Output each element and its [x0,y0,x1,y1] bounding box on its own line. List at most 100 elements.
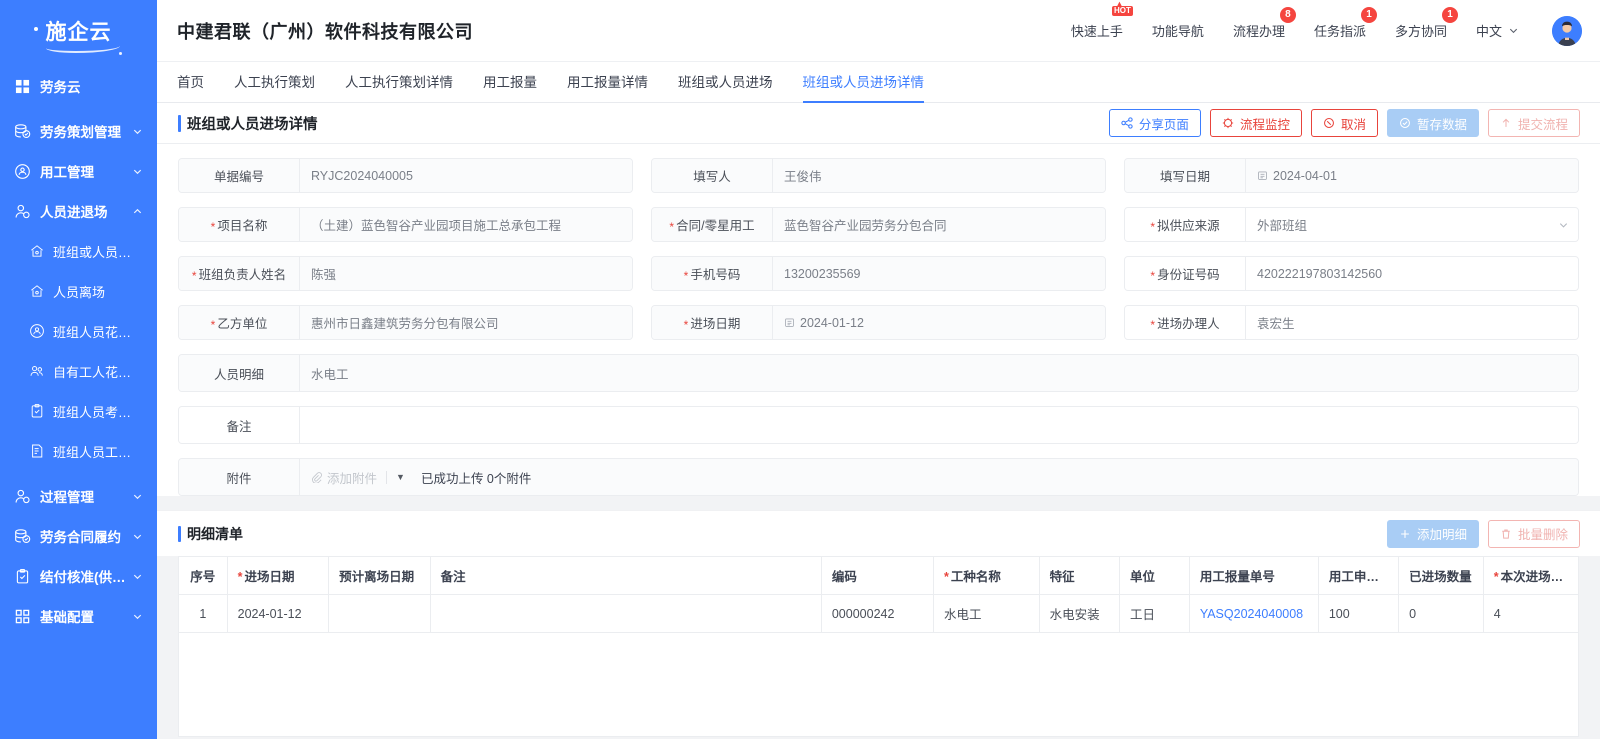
sidebar-item-labor-cloud[interactable]: 劳务云 [0,66,157,106]
process-monitor-button[interactable]: 流程监控 [1209,109,1302,137]
button-label: 分享页面 [1138,117,1189,132]
language-selector[interactable]: 中文 [1476,21,1519,40]
table-row[interactable]: 1 2024-01-12 000000242 水电工 水电安装 工日 YASQ2… [178,594,1580,633]
header-link-collaboration[interactable]: 多方协同 1 [1394,7,1458,40]
header-link-task-assign[interactable]: 任务指派 1 [1313,7,1377,40]
tab-home[interactable]: 首页 [177,62,204,103]
col-seq: 序号 [178,556,228,595]
field-id-number[interactable]: * 身份证号码 420222197803142560 [1124,256,1579,291]
sidebar-item-personnel-exit[interactable]: 人员离场 [0,271,157,311]
brand-logo[interactable]: 施企云 [0,0,157,62]
field-value[interactable]: 13200235569 [772,257,1105,290]
cancel-icon [1323,117,1336,130]
field-entry-handler[interactable]: * 进场办理人 袁宏生 [1124,305,1579,340]
field-value[interactable]: 惠州市日鑫建筑劳务分包有限公司 [299,306,632,339]
add-attachment-button[interactable]: 添加附件 [311,468,377,487]
sidebar-item-attendance-sheet[interactable]: 班组人员考勤表 [0,391,157,431]
add-detail-button[interactable]: 添加明细 [1386,519,1479,548]
field-label-text: 填写日期 [1159,170,1210,184]
cell-report-no[interactable]: YASQ2024040008 [1188,594,1319,633]
field-party-b-company[interactable]: * 乙方单位 惠州市日鑫建筑劳务分包有限公司 [178,305,633,340]
header-actions: 快速上手 ▲ HOT 功能导航 流程办理 8 任务指派 1 多方协同 [1071,0,1582,46]
sidebar-item-personnel-entry-exit[interactable]: 人员进退场 [0,191,157,231]
field-value[interactable]: 2024-01-12 [772,306,1105,339]
header-link-label: 多方协同 [1394,24,1447,39]
field-value[interactable] [299,407,1578,443]
table-header-row: 序号 * 进场日期 预计离场日期 备注 编码 * 工种名称 特征 单位 用工报量单号… [178,556,1580,595]
sidebar-item-basic-config[interactable]: 基础配置 [0,596,157,636]
header-link-process[interactable]: 流程办理 8 [1233,7,1296,40]
field-value[interactable]: 陈强 [299,257,632,290]
sidebar-item-labor-contract[interactable]: 劳务合同履约 [0,516,157,556]
chevron-down-icon[interactable]: ▼ [396,472,405,482]
field-team-leader-name[interactable]: * 班组负责人姓名 陈强 [178,256,633,291]
main-area: 中建君联（广州）软件科技有限公司 快速上手 ▲ HOT 功能导航 流程办理 8 … [157,0,1600,739]
col-work-type: * 工种名称 [932,556,1040,595]
report-no-link[interactable]: YASQ2024040008 [1200,607,1303,621]
column-label: 进场日期 [244,570,295,584]
share-icon [1121,117,1134,130]
field-value[interactable]: 蓝色智谷产业园劳务分包合同 [772,208,1105,241]
field-document-no[interactable]: 单据编号 RYJC2024040005 [178,158,633,193]
submit-process-button[interactable]: 提交流程 [1487,109,1580,137]
header-link-navigation[interactable]: 功能导航 [1152,21,1204,40]
form-row: 人员明细 水电工 [178,354,1579,392]
tab-labor-exec-plan[interactable]: 人工执行策划 [234,62,315,103]
field-value[interactable]: 420222197803142560 [1245,257,1578,290]
field-label-text: 进场办理人 [1157,317,1220,331]
sidebar-item-team-roster[interactable]: 班组人员花名册 [0,311,157,351]
header-link-quickstart[interactable]: 快速上手 ▲ HOT [1071,0,1133,40]
save-draft-button[interactable]: 暂存数据 [1386,109,1479,137]
tab-team-entry[interactable]: 班组或人员进场 [678,62,773,103]
sidebar-item-salary-distribution[interactable]: 班组人员工资发... [0,431,157,471]
field-value[interactable]: 外部班组 [1245,208,1578,241]
field-supply-source[interactable]: * 拟供应来源 外部班组 [1124,207,1579,242]
sidebar-item-labor-planning[interactable]: 劳务策划管理 [0,111,157,151]
sidebar-item-team-personnel-entry[interactable]: 班组或人员进场 [0,231,157,271]
field-value[interactable]: RYJC2024040005 [299,159,632,192]
field-personnel-detail[interactable]: 人员明细 水电工 [178,354,1579,392]
avatar[interactable] [1552,15,1582,46]
col-unit: 单位 [1119,556,1190,595]
field-value[interactable]: 王俊伟 [772,159,1105,192]
field-value[interactable]: （土建）蓝色智谷产业园项目施工总承包工程 [299,208,632,241]
field-filler[interactable]: 填写人 王俊伟 [651,158,1106,193]
field-label-text: 人员明细 [213,367,264,382]
field-remark[interactable]: 备注 [178,406,1579,444]
sidebar-item-label: 自有工人花名册 [53,364,143,380]
sidebar-item-employment-mgmt[interactable]: 用工管理 [0,151,157,191]
header-link-label: 任务指派 [1313,24,1366,39]
tab-labor-exec-plan-detail[interactable]: 人工执行策划详情 [345,62,453,103]
tab-employment-report-detail[interactable]: 用工报量详情 [567,62,648,103]
chevron-down-icon[interactable] [1558,219,1569,230]
detail-list-title: 明细清单 [178,524,243,544]
field-project-name[interactable]: * 项目名称 （土建）蓝色智谷产业园项目施工总承包工程 [178,207,633,242]
field-contract-or-casual[interactable]: * 合同/零星用工 蓝色智谷产业园劳务分包合同 [651,207,1106,242]
sidebar-item-process-mgmt[interactable]: 过程管理 [0,476,157,516]
batch-delete-button[interactable]: 批量删除 [1487,519,1580,548]
form-row: 备注 [178,406,1579,444]
sidebar-item-label: 基础配置 [40,610,94,625]
sidebar-item-label: 劳务云 [40,80,81,95]
field-value[interactable]: 水电工 [299,355,1578,391]
column-label: 用工申请... [1328,570,1390,584]
cancel-button[interactable]: 取消 [1310,109,1378,137]
field-phone-number[interactable]: * 手机号码 13200235569 [651,256,1106,291]
field-value[interactable]: 袁宏生 [1245,306,1578,339]
cell-remark[interactable] [429,594,822,633]
form-row: 单据编号 RYJC2024040005 填写人 王俊伟 填写日期 2024-04… [178,158,1579,193]
cell-expected-exit-date[interactable] [328,594,431,633]
share-page-button[interactable]: 分享页面 [1108,109,1201,137]
cell-entry-date[interactable]: 2024-01-12 [226,594,330,633]
header-link-label: 功能导航 [1151,24,1204,39]
field-fill-date[interactable]: 填写日期 2024-04-01 [1124,158,1579,193]
tab-team-entry-detail[interactable]: 班组或人员进场详情 [802,62,924,103]
cell-current-qty[interactable]: 4 [1482,594,1580,633]
sidebar-item-settlement-approval[interactable]: 结付核准(供方报) [0,556,157,596]
field-entry-date[interactable]: * 进场日期 2024-01-12 [651,305,1106,340]
tab-employment-report[interactable]: 用工报量 [483,62,537,103]
form-row: * 班组负责人姓名 陈强 * 手机号码 13200235569 * 身份证号码 … [178,256,1579,291]
top-header: 中建君联（广州）软件科技有限公司 快速上手 ▲ HOT 功能导航 流程办理 8 … [157,0,1600,62]
sidebar-item-own-worker-roster[interactable]: 自有工人花名册 [0,351,157,391]
field-value[interactable]: 2024-04-01 [1245,159,1578,192]
